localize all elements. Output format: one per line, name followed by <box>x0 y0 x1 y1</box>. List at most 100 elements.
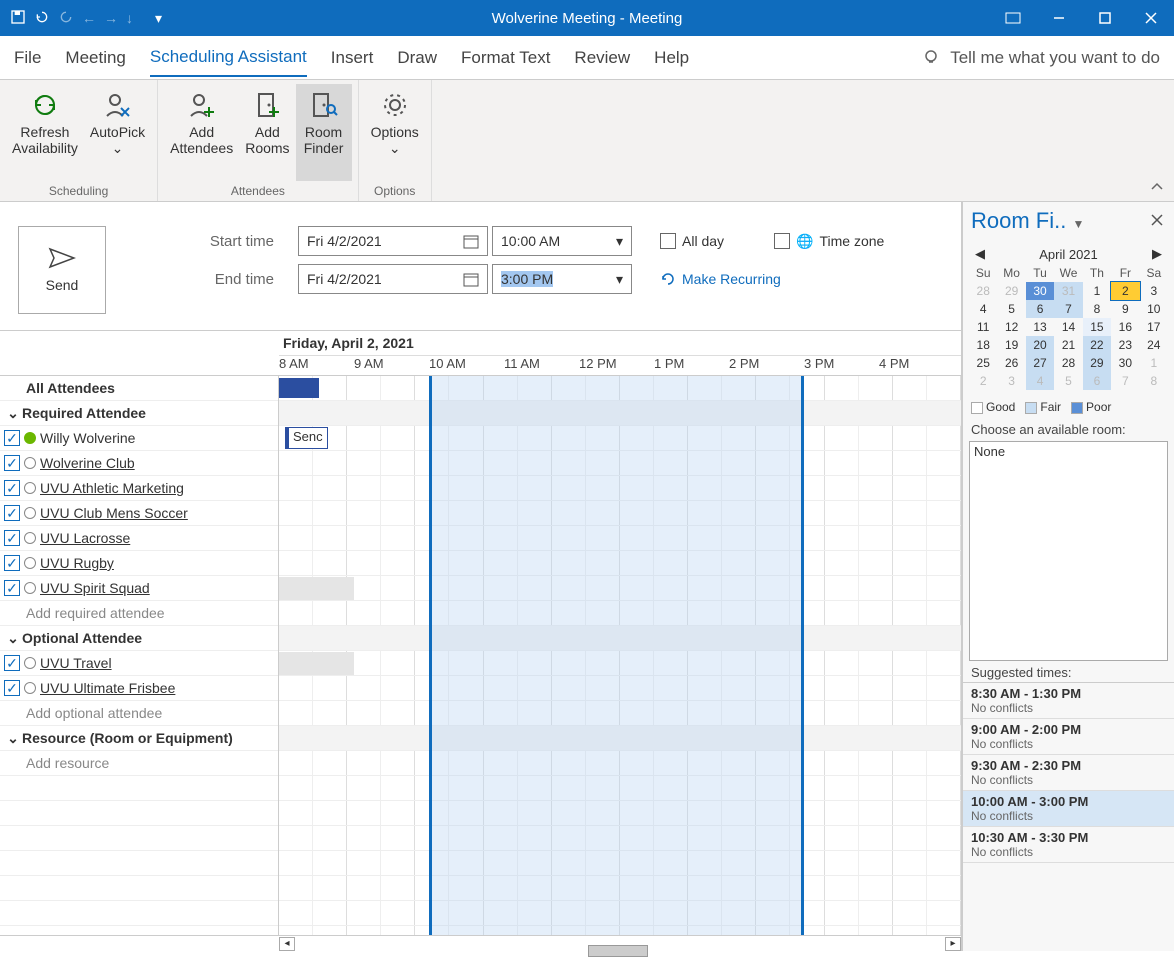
attendee-checkbox[interactable]: ✓ <box>4 655 20 671</box>
time-grid[interactable]: Senc <box>279 376 961 935</box>
calendar-day[interactable]: 12 <box>997 318 1025 336</box>
calendar-day[interactable]: 29 <box>1083 354 1111 372</box>
calendar-day[interactable]: 24 <box>1140 336 1168 354</box>
calendar-day[interactable]: 1 <box>1083 282 1111 300</box>
attendee-name[interactable]: UVU Rugby <box>40 555 114 571</box>
attendee-name[interactable]: UVU Club Mens Soccer <box>40 505 188 521</box>
menu-tab-scheduling-assistant[interactable]: Scheduling Assistant <box>150 39 307 77</box>
prev-month-icon[interactable]: ◀ <box>975 246 985 262</box>
calendar-day[interactable]: 5 <box>1054 372 1082 390</box>
collapse-ribbon-icon[interactable] <box>1150 180 1164 197</box>
attendee-checkbox[interactable]: ✓ <box>4 480 20 496</box>
calendar-day[interactable]: 2 <box>969 372 997 390</box>
event-block[interactable]: Senc <box>285 427 328 449</box>
attendee-name[interactable]: UVU Lacrosse <box>40 530 130 546</box>
calendar-day[interactable]: 8 <box>1083 300 1111 318</box>
calendar-day[interactable]: 25 <box>969 354 997 372</box>
expander-icon[interactable]: ⌄ <box>4 405 22 422</box>
autopick-button[interactable]: AutoPick⌄ <box>84 84 151 181</box>
close-button[interactable] <box>1128 0 1174 36</box>
calendar-day[interactable]: 3 <box>997 372 1025 390</box>
undo-icon[interactable] <box>34 9 50 28</box>
scroll-left-icon[interactable]: ◂ <box>279 937 295 951</box>
calendar-day[interactable]: 7 <box>1111 372 1139 390</box>
calendar-day[interactable]: 30 <box>1026 282 1054 300</box>
calendar-day[interactable]: 23 <box>1111 336 1139 354</box>
end-date-input[interactable]: Fri 4/2/2021 <box>298 264 488 294</box>
menu-tab-draw[interactable]: Draw <box>397 40 437 76</box>
attendee-checkbox[interactable]: ✓ <box>4 430 20 446</box>
ribbon-display-icon[interactable] <box>990 0 1036 36</box>
calendar-day[interactable]: 11 <box>969 318 997 336</box>
next-month-icon[interactable]: ▶ <box>1152 246 1162 262</box>
add-rooms-button[interactable]: AddRooms <box>239 84 295 181</box>
close-pane-icon[interactable] <box>1150 213 1166 229</box>
calendar-day[interactable]: 30 <box>1111 354 1139 372</box>
suggested-time-item[interactable]: 10:00 AM - 3:00 PMNo conflicts <box>963 791 1174 827</box>
tell-me-search[interactable]: Tell me what you want to do <box>922 48 1160 68</box>
timezone-checkbox[interactable] <box>774 233 790 249</box>
calendar-day[interactable]: 27 <box>1026 354 1054 372</box>
room-finder-button[interactable]: RoomFinder <box>296 84 352 181</box>
end-time-input[interactable]: 3:00 PM ▾ <box>492 264 632 294</box>
calendar-day[interactable]: 21 <box>1054 336 1082 354</box>
calendar-day[interactable]: 4 <box>1026 372 1054 390</box>
calendar-day[interactable]: 19 <box>997 336 1025 354</box>
attendee-checkbox[interactable]: ✓ <box>4 505 20 521</box>
options-button[interactable]: Options⌄ <box>365 84 425 181</box>
start-time-input[interactable]: 10:00 AM ▾ <box>492 226 632 256</box>
calendar-day[interactable]: 20 <box>1026 336 1054 354</box>
calendar-day[interactable]: 5 <box>997 300 1025 318</box>
calendar-day[interactable]: 10 <box>1140 300 1168 318</box>
attendee-name[interactable]: Wolverine Club <box>40 455 135 471</box>
calendar-day[interactable]: 22 <box>1083 336 1111 354</box>
attendee-name[interactable]: Willy Wolverine <box>40 430 135 446</box>
menu-tab-file[interactable]: File <box>14 40 41 76</box>
calendar-day[interactable]: 7 <box>1054 300 1082 318</box>
calendar-day[interactable]: 29 <box>997 282 1025 300</box>
menu-tab-format-text[interactable]: Format Text <box>461 40 550 76</box>
calendar-day[interactable]: 6 <box>1083 372 1111 390</box>
calendar-day[interactable]: 8 <box>1140 372 1168 390</box>
suggested-time-item[interactable]: 8:30 AM - 1:30 PMNo conflicts <box>963 683 1174 719</box>
attendee-name[interactable]: UVU Athletic Marketing <box>40 480 184 496</box>
calendar-day[interactable]: 3 <box>1140 282 1168 300</box>
all-day-checkbox[interactable] <box>660 233 676 249</box>
calendar-day[interactable]: 28 <box>969 282 997 300</box>
expander-icon[interactable]: ⌄ <box>4 630 22 647</box>
expander-icon[interactable]: ⌄ <box>4 730 22 747</box>
room-list[interactable]: None <box>969 441 1168 661</box>
attendee-name[interactable]: UVU Spirit Squad <box>40 580 150 596</box>
calendar-day[interactable]: 26 <box>997 354 1025 372</box>
menu-tab-meeting[interactable]: Meeting <box>65 40 125 76</box>
calendar-day[interactable]: 6 <box>1026 300 1054 318</box>
attendee-checkbox[interactable]: ✓ <box>4 580 20 596</box>
calendar-day[interactable]: 4 <box>969 300 997 318</box>
send-button[interactable]: Send <box>18 226 106 314</box>
calendar-day[interactable]: 2 <box>1111 282 1139 300</box>
add-required-placeholder[interactable]: Add required attendee <box>26 605 165 621</box>
attendee-checkbox[interactable]: ✓ <box>4 530 20 546</box>
make-recurring-button[interactable]: Make Recurring <box>660 271 781 287</box>
calendar-day[interactable]: 18 <box>969 336 997 354</box>
suggested-time-item[interactable]: 10:30 AM - 3:30 PMNo conflicts <box>963 827 1174 863</box>
minimize-button[interactable] <box>1036 0 1082 36</box>
save-icon[interactable] <box>10 9 26 28</box>
customize-qat-icon[interactable]: ▾ <box>155 10 162 27</box>
attendee-name[interactable]: UVU Travel <box>40 655 112 671</box>
attendee-name[interactable]: UVU Ultimate Frisbee <box>40 680 175 696</box>
calendar-day[interactable]: 15 <box>1083 318 1111 336</box>
suggested-time-item[interactable]: 9:30 AM - 2:30 PMNo conflicts <box>963 755 1174 791</box>
start-date-input[interactable]: Fri 4/2/2021 <box>298 226 488 256</box>
maximize-button[interactable] <box>1082 0 1128 36</box>
add-attendees-button[interactable]: AddAttendees <box>164 84 239 181</box>
menu-tab-review[interactable]: Review <box>574 40 630 76</box>
calendar-day[interactable]: 17 <box>1140 318 1168 336</box>
menu-tab-insert[interactable]: Insert <box>331 40 374 76</box>
attendee-checkbox[interactable]: ✓ <box>4 680 20 696</box>
add-resource-placeholder[interactable]: Add resource <box>26 755 109 771</box>
horizontal-scrollbar[interactable]: ◂ ▸ <box>0 935 961 951</box>
calendar-day[interactable]: 16 <box>1111 318 1139 336</box>
calendar-day[interactable]: 31 <box>1054 282 1082 300</box>
suggested-time-item[interactable]: 9:00 AM - 2:00 PMNo conflicts <box>963 719 1174 755</box>
